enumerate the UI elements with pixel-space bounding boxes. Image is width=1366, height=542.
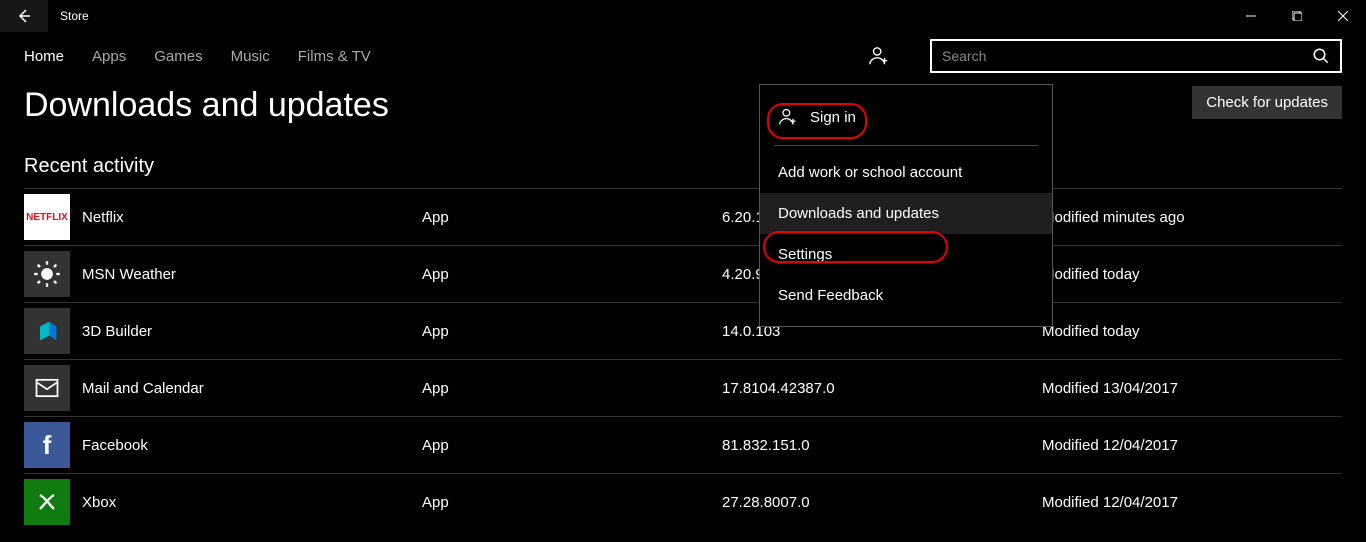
app-type: App bbox=[422, 437, 722, 454]
section-title: Recent activity bbox=[24, 155, 1342, 178]
app-type: App bbox=[422, 323, 722, 340]
app-name: Netflix bbox=[82, 209, 422, 226]
app-name: Xbox bbox=[82, 494, 422, 511]
search-box[interactable] bbox=[930, 39, 1342, 73]
dropdown-separator bbox=[774, 145, 1038, 146]
mail-icon bbox=[24, 365, 70, 411]
nav-apps[interactable]: Apps bbox=[92, 48, 126, 65]
page-title: Downloads and updates bbox=[24, 86, 1342, 125]
close-button[interactable] bbox=[1320, 0, 1366, 32]
minimize-button[interactable] bbox=[1228, 0, 1274, 32]
top-nav: Home Apps Games Music Films & TV bbox=[0, 32, 1366, 80]
app-modified: Modified today bbox=[1042, 266, 1342, 283]
app-version: 81.832.151.0 bbox=[722, 437, 1042, 454]
person-add-icon bbox=[868, 45, 890, 67]
app-list: NETFLIX Netflix App 6.20.104 Modified mi… bbox=[24, 188, 1342, 530]
nav-home[interactable]: Home bbox=[24, 48, 64, 65]
app-type: App bbox=[422, 494, 722, 511]
titlebar: Store bbox=[0, 0, 1366, 32]
window-title: Store bbox=[60, 9, 89, 23]
dropdown-label: Downloads and updates bbox=[778, 205, 939, 222]
search-icon[interactable] bbox=[1312, 47, 1330, 65]
nav-music[interactable]: Music bbox=[231, 48, 270, 65]
back-button[interactable] bbox=[0, 0, 48, 32]
app-name: Facebook bbox=[82, 437, 422, 454]
app-name: Mail and Calendar bbox=[82, 380, 422, 397]
weather-icon bbox=[24, 251, 70, 297]
facebook-icon: f bbox=[24, 422, 70, 468]
app-type: App bbox=[422, 380, 722, 397]
dropdown-label: Add work or school account bbox=[778, 164, 962, 181]
app-version: 17.8104.42387.0 bbox=[722, 380, 1042, 397]
minimize-icon bbox=[1246, 11, 1256, 21]
user-menu-button[interactable] bbox=[868, 45, 890, 67]
list-item[interactable]: Mail and Calendar App 17.8104.42387.0 Mo… bbox=[24, 359, 1342, 416]
maximize-button[interactable] bbox=[1274, 0, 1320, 32]
app-type: App bbox=[422, 209, 722, 226]
list-item[interactable]: Xbox App 27.28.8007.0 Modified 12/04/201… bbox=[24, 473, 1342, 530]
window-controls bbox=[1228, 0, 1366, 32]
annotation-highlight bbox=[767, 103, 867, 139]
app-version: 27.28.8007.0 bbox=[722, 494, 1042, 511]
app-name: MSN Weather bbox=[82, 266, 422, 283]
app-type: App bbox=[422, 266, 722, 283]
dropdown-label: Send Feedback bbox=[778, 287, 883, 304]
dropdown-add-account[interactable]: Add work or school account bbox=[760, 152, 1052, 193]
page-content: Downloads and updates Check for updates … bbox=[0, 80, 1366, 530]
annotation-highlight bbox=[763, 231, 948, 263]
maximize-icon bbox=[1292, 11, 1302, 21]
check-updates-button[interactable]: Check for updates bbox=[1192, 86, 1342, 119]
list-item[interactable]: 3D Builder App 14.0.103 Modified today bbox=[24, 302, 1342, 359]
nav-games[interactable]: Games bbox=[154, 48, 202, 65]
list-item[interactable]: f Facebook App 81.832.151.0 Modified 12/… bbox=[24, 416, 1342, 473]
list-item[interactable]: MSN Weather App 4.20.951 Modified today bbox=[24, 245, 1342, 302]
arrow-left-icon bbox=[16, 8, 32, 24]
dropdown-downloads[interactable]: Downloads and updates bbox=[760, 193, 1052, 234]
list-item[interactable]: NETFLIX Netflix App 6.20.104 Modified mi… bbox=[24, 188, 1342, 245]
app-modified: Modified minutes ago bbox=[1042, 209, 1342, 226]
xbox-icon bbox=[24, 479, 70, 525]
search-input[interactable] bbox=[942, 48, 1312, 64]
netflix-icon: NETFLIX bbox=[24, 194, 70, 240]
close-icon bbox=[1338, 11, 1348, 21]
nav-films[interactable]: Films & TV bbox=[298, 48, 371, 65]
app-modified: Modified 13/04/2017 bbox=[1042, 380, 1342, 397]
app-modified: Modified 12/04/2017 bbox=[1042, 494, 1342, 511]
app-modified: Modified today bbox=[1042, 323, 1342, 340]
app-modified: Modified 12/04/2017 bbox=[1042, 437, 1342, 454]
app-name: 3D Builder bbox=[82, 323, 422, 340]
dropdown-feedback[interactable]: Send Feedback bbox=[760, 275, 1052, 316]
3dbuilder-icon bbox=[24, 308, 70, 354]
